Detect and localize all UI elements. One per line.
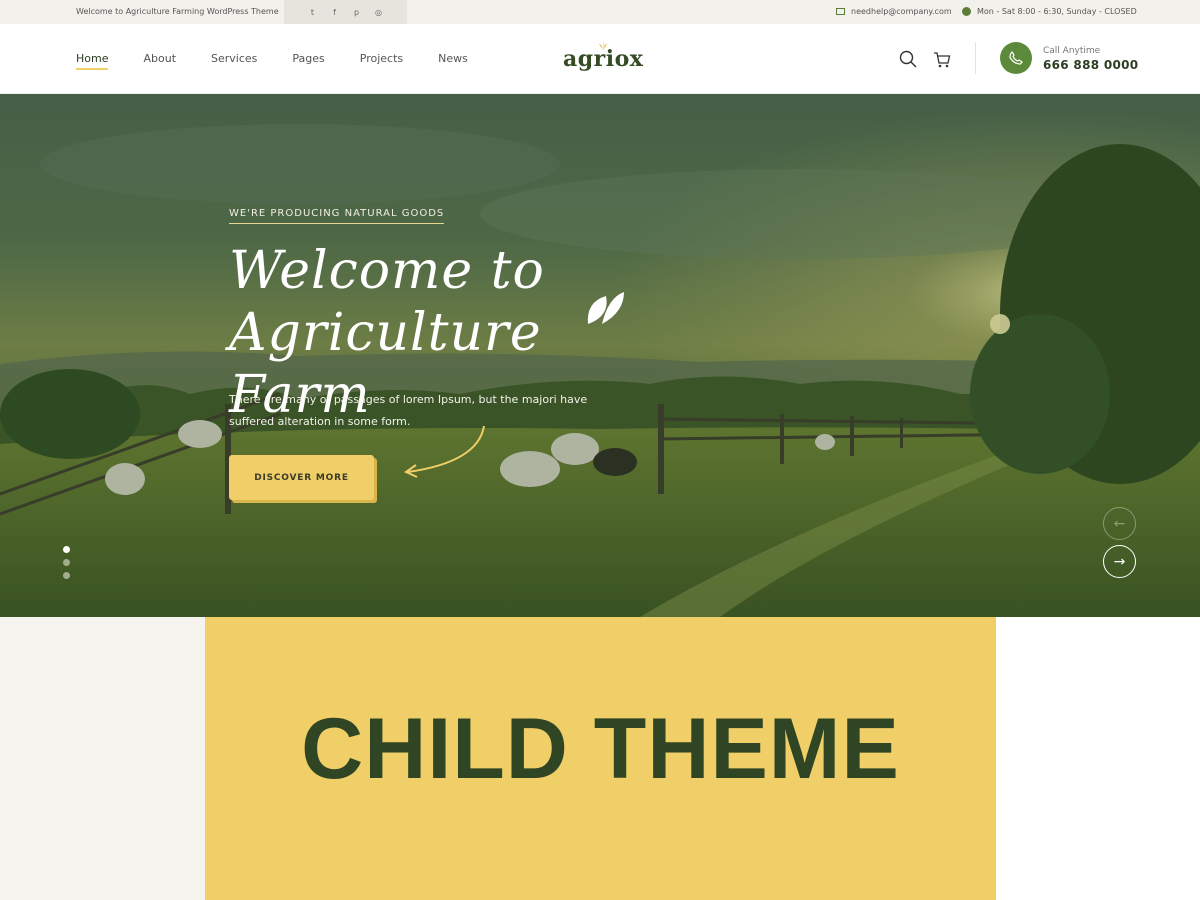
nav-projects[interactable]: Projects	[360, 52, 403, 65]
call-number[interactable]: 666 888 0000	[1043, 58, 1138, 72]
instagram-icon[interactable]: ◎	[374, 8, 384, 17]
discover-more-button[interactable]: DISCOVER MORE	[229, 455, 374, 500]
banner-left-panel	[0, 617, 205, 900]
slider-prev-button[interactable]: ←	[1103, 507, 1136, 540]
slider-pagination	[63, 546, 70, 579]
slider-dot-2[interactable]	[63, 559, 70, 566]
main-nav: Home About Services Pages Projects News	[76, 52, 468, 70]
phone-button[interactable]	[1000, 42, 1032, 74]
nav-services[interactable]: Services	[211, 52, 257, 65]
clock-icon	[962, 7, 971, 16]
header-divider	[975, 42, 976, 74]
site-logo[interactable]: agriox	[563, 46, 643, 72]
search-icon[interactable]	[899, 50, 917, 68]
main-header: Home About Services Pages Projects News …	[0, 24, 1200, 94]
facebook-icon[interactable]: f	[330, 8, 340, 17]
leaf-icon	[587, 292, 624, 324]
email-text: needhelp@company.com	[851, 7, 952, 16]
slider-next-button[interactable]: →	[1103, 545, 1136, 578]
curved-arrow-icon	[403, 425, 485, 478]
call-label: Call Anytime	[1043, 46, 1101, 56]
nav-news[interactable]: News	[438, 52, 468, 65]
banner-right-panel	[996, 617, 1200, 900]
hours-text: Mon - Sat 8:00 - 6:30, Sunday - CLOSED	[977, 7, 1137, 16]
pinterest-icon[interactable]: p	[352, 8, 362, 17]
top-bar: Welcome to Agriculture Farming WordPress…	[0, 0, 1200, 24]
twitter-icon[interactable]: t	[308, 8, 318, 17]
phone-icon	[1009, 51, 1023, 65]
nav-home[interactable]: Home	[76, 52, 109, 70]
nav-pages[interactable]: Pages	[292, 52, 324, 65]
hero-eyebrow: WE'RE PRODUCING NATURAL GOODS	[229, 208, 445, 224]
opening-hours: Mon - Sat 8:00 - 6:30, Sunday - CLOSED	[962, 7, 1137, 16]
social-links: t f p ◎	[284, 0, 407, 24]
contact-email[interactable]: needhelp@company.com	[836, 7, 952, 16]
child-theme-heading: CHILD THEME	[301, 701, 900, 797]
nav-about[interactable]: About	[143, 52, 176, 65]
welcome-text: Welcome to Agriculture Farming WordPress…	[76, 7, 279, 16]
mail-icon	[836, 8, 845, 15]
cart-icon[interactable]	[933, 51, 951, 69]
slider-dot-1[interactable]	[63, 546, 70, 553]
hero-slider: WE'RE PRODUCING NATURAL GOODS Welcome to…	[0, 94, 1200, 617]
hero-title-line-1: Welcome to	[229, 241, 545, 301]
slider-dot-3[interactable]	[63, 572, 70, 579]
